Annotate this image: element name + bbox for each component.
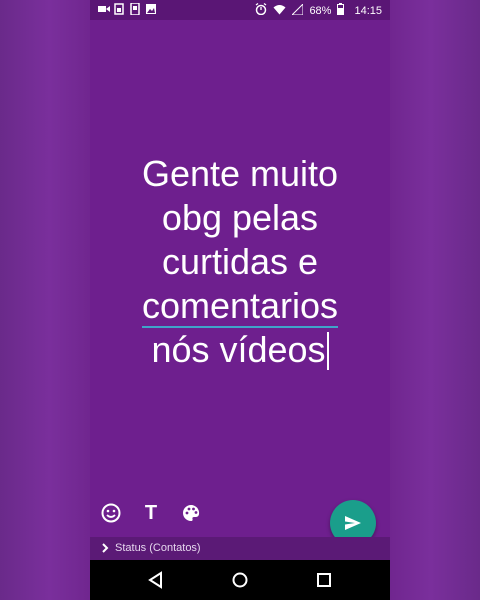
status-bar: 68% 14:15	[90, 0, 390, 20]
clock: 14:15	[354, 4, 382, 17]
text-style-button[interactable]: T	[140, 502, 162, 524]
text-cursor	[326, 332, 329, 370]
blurred-backdrop-right	[390, 0, 480, 600]
wifi-icon	[273, 4, 286, 18]
status-text-line: curtidas e	[161, 241, 319, 282]
phone-icon	[130, 2, 140, 16]
chevron-right-icon	[102, 543, 109, 553]
status-text-line: nós vídeos	[151, 329, 326, 370]
image-icon	[146, 3, 156, 15]
cast-icon	[114, 3, 124, 15]
battery-icon	[337, 3, 345, 18]
spellcheck-underlined-word[interactable]: comentarios	[141, 285, 339, 328]
status-text-input[interactable]: Gente muito obg pelas curtidas e comenta…	[100, 152, 380, 372]
alarm-icon	[255, 2, 267, 18]
status-text-line: Gente muito	[141, 153, 339, 194]
palette-icon[interactable]	[180, 502, 202, 524]
recents-icon[interactable]	[314, 570, 334, 590]
back-icon[interactable]	[146, 570, 166, 590]
send-icon	[345, 516, 361, 530]
home-icon[interactable]	[230, 570, 250, 590]
battery-percentage: 68%	[309, 4, 332, 17]
signal-icon	[291, 2, 304, 18]
blurred-backdrop-left	[0, 0, 90, 600]
video-camera-icon	[98, 3, 110, 15]
status-text-line: obg pelas	[161, 197, 319, 238]
navigation-bar	[90, 560, 390, 600]
emoji-icon[interactable]	[100, 502, 122, 524]
status-audience-selector[interactable]: Status (Contatos)	[90, 537, 390, 560]
phone-screen: 68% 14:15 Gente muito obg pelas curtidas…	[90, 0, 390, 600]
audience-label: Status (Contatos)	[115, 542, 201, 554]
